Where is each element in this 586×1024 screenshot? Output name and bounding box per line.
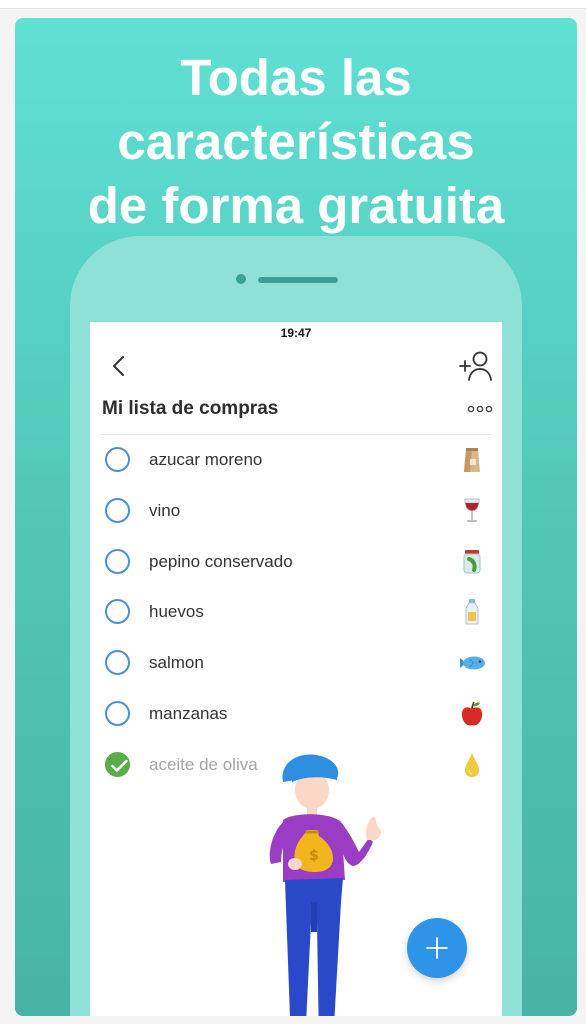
status-time: 19:47 [280,326,312,340]
more-dots-icon [467,405,493,413]
phone-frame: 19:47 Mi lista de compras azucar moreno … [70,236,522,1016]
add-person-icon [459,351,492,381]
item-checkbox[interactable] [105,497,130,523]
item-label: azucar moreno [149,450,263,469]
item-checkbox[interactable] [105,599,130,625]
list-item[interactable]: azucar moreno [90,435,502,486]
headline-line-2: características [117,113,475,170]
add-member-button[interactable] [458,348,494,382]
item-label: pepino conservado [149,551,293,571]
pickle-jar-icon [463,549,481,574]
list-item[interactable]: vino [90,486,502,537]
item-checkbox[interactable] [105,650,130,676]
item-label: vino [149,500,181,520]
oil-drop-icon [465,752,479,777]
person-illustration: $ [269,754,382,1016]
add-item-button[interactable] [407,918,467,978]
top-bar [0,0,586,9]
item-label: salmon [149,653,204,673]
promo-headline: Todas las características de forma gratu… [15,46,577,238]
wine-glass-icon [464,498,480,522]
phone-camera [236,274,246,284]
promo-card: Todas las características de forma gratu… [15,18,577,1016]
list-title: Mi lista de compras [102,398,279,419]
item-checkbox-checked[interactable] [105,751,130,777]
apple-icon [461,701,483,726]
app-screen: 19:47 Mi lista de compras azucar moreno … [90,322,502,1016]
item-checkbox[interactable] [105,447,130,472]
item-label: huevos [149,602,204,622]
milk-bottle-icon [465,599,479,625]
item-checkbox[interactable] [105,548,130,574]
item-checkbox[interactable] [105,700,130,726]
headline-line-3: de forma gratuita [87,177,505,234]
plus-icon [426,937,448,959]
phone-speaker [258,277,338,283]
list-item[interactable]: salmon [90,638,502,689]
fish-icon [460,656,485,670]
shopping-list: azucar moreno vino pepino conservado hue… [90,435,502,791]
item-label: manzanas [149,703,228,723]
list-item[interactable]: manzanas [90,689,502,740]
list-item[interactable]: huevos [90,587,502,638]
checkmark-icon [111,759,128,772]
chevron-left-icon [113,356,124,376]
back-button[interactable] [108,354,132,378]
headline-line-1: Todas las [180,49,412,106]
sugar-bag-icon [464,448,480,472]
svg-text:$: $ [309,848,319,864]
list-item[interactable]: pepino conservado [90,537,502,588]
item-label: aceite de oliva [149,754,258,774]
more-options-button[interactable] [466,402,494,416]
